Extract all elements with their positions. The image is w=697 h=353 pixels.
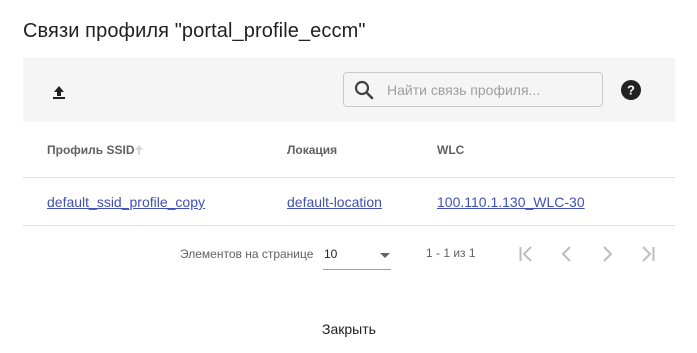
- search-input[interactable]: [387, 81, 587, 98]
- last-page-button[interactable]: [634, 241, 660, 267]
- cell-wlc: 100.110.1.130_WLC-30: [437, 194, 585, 210]
- column-header-ssid-profile[interactable]: Профиль SSID: [47, 143, 135, 157]
- table-header: Профиль SSID Локация WLC: [23, 122, 675, 178]
- close-button[interactable]: Закрыть: [300, 312, 398, 346]
- search-field[interactable]: [343, 72, 603, 107]
- ssid-profile-link[interactable]: default_ssid_profile_copy: [47, 194, 205, 210]
- toolbar: ?: [23, 58, 675, 122]
- help-circle-icon: ?: [621, 80, 641, 100]
- page-range-label: 1 - 1 из 1: [426, 246, 476, 260]
- items-per-page-label: Элементов на странице: [180, 247, 314, 261]
- cell-location: default-location: [287, 194, 382, 210]
- page-size-select[interactable]: 10: [323, 242, 391, 270]
- first-page-button[interactable]: [514, 241, 540, 267]
- chevron-right-icon: [603, 246, 613, 262]
- svg-text:?: ?: [627, 83, 635, 98]
- column-header-wlc: WLC: [437, 143, 465, 157]
- wlc-link[interactable]: 100.110.1.130_WLC-30: [437, 194, 585, 210]
- upload-icon: [53, 86, 65, 99]
- links-table: Профиль SSID Локация WLC default_ssid_pr…: [23, 122, 675, 226]
- cell-ssid-profile: default_ssid_profile_copy: [47, 194, 205, 210]
- location-link[interactable]: default-location: [287, 194, 382, 210]
- next-page-button[interactable]: [594, 241, 620, 267]
- chevron-down-icon: [380, 253, 390, 258]
- paginator: Элементов на странице 10 1 - 1 из 1: [23, 226, 675, 282]
- last-page-icon: [642, 246, 655, 262]
- search-icon: [353, 79, 375, 101]
- previous-page-button[interactable]: [554, 241, 580, 267]
- first-page-icon: [519, 246, 532, 262]
- help-button[interactable]: ?: [619, 78, 643, 102]
- sort-arrow-icon: [135, 145, 143, 155]
- table-row: default_ssid_profile_copy default-locati…: [23, 178, 675, 226]
- page-size-value: 10: [324, 247, 338, 261]
- dialog-title: Связи профиля "portal_profile_eccm": [23, 20, 366, 42]
- column-header-location: Локация: [287, 143, 338, 157]
- chevron-left-icon: [561, 246, 571, 262]
- upload-button[interactable]: [45, 76, 73, 104]
